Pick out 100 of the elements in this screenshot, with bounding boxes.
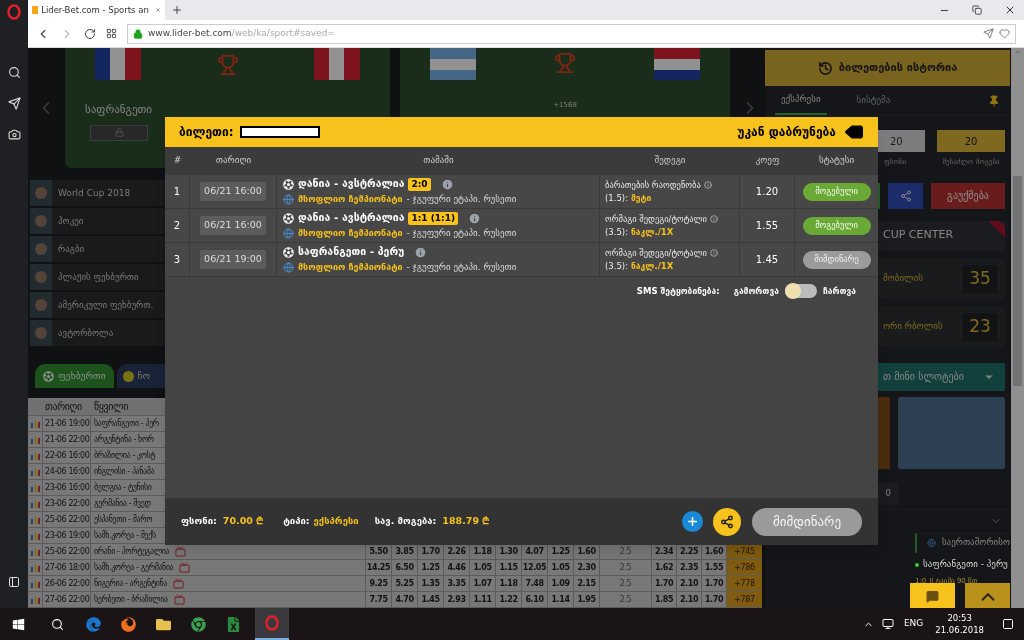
odds-cell[interactable]: 1.62 <box>652 560 677 575</box>
url-text: www.lider-bet.com/web/ka/sport#saved= <box>148 26 335 40</box>
odds-cell[interactable]: 6.50 <box>392 560 418 575</box>
betslip-tab[interactable]: სისტემა <box>850 86 897 115</box>
odds-cell[interactable]: 2.10 <box>677 592 702 607</box>
league-link[interactable]: მსოფლიო ჩემპიონატი <box>298 261 403 275</box>
cancel-button[interactable]: გაუქმება <box>931 182 1005 209</box>
league-link[interactable]: მსოფლიო ჩემპიონატი <box>298 227 403 241</box>
active-taskbar-item[interactable] <box>255 608 289 640</box>
odds-cell[interactable]: 7.48 <box>522 576 548 591</box>
odds-cell[interactable]: 2.30 <box>574 560 600 575</box>
odds-cell[interactable]: 5.25 <box>392 576 418 591</box>
market-name: ორმაგი შედეგი/ტოტალი <box>605 212 707 226</box>
share-button[interactable] <box>713 507 741 536</box>
globe-icon <box>927 538 936 548</box>
table-cell: 2.5 <box>600 576 652 591</box>
browser-tab[interactable]: Lider-Bet.com - Sports an <box>28 0 165 20</box>
more-markets-button[interactable]: +778 <box>727 576 762 591</box>
promo-text: ორი რბოლის <box>883 319 943 333</box>
toggle-on-label: ჩართვა <box>822 284 856 298</box>
search-icon[interactable] <box>7 66 21 79</box>
odds-cell[interactable]: 6.10 <box>522 592 548 607</box>
odds-cell[interactable]: 4.70 <box>392 592 418 607</box>
market-name: ორმაგი შედეგი/ტოტალი <box>605 246 707 260</box>
spreadsheet-icon[interactable] <box>226 616 241 632</box>
browser-icon[interactable] <box>191 616 206 632</box>
odds-cell[interactable]: 12.05 <box>522 560 548 575</box>
sms-toggle[interactable] <box>784 284 817 298</box>
odds-cell[interactable]: 1.45 <box>418 592 444 607</box>
more-markets-button[interactable]: +786 <box>727 560 762 575</box>
odds-cell[interactable]: 1.15 <box>496 560 522 575</box>
grid-icon[interactable] <box>106 28 117 39</box>
add-button[interactable] <box>682 511 703 532</box>
folder-icon[interactable] <box>156 616 171 632</box>
type-value: ექსპრესი <box>313 514 359 529</box>
column-header: შედეგი <box>653 154 687 168</box>
odds-cell[interactable]: 14.25 <box>366 560 392 575</box>
plus-icon <box>686 515 699 528</box>
clock-date: 21.06.2018 <box>935 624 984 636</box>
odds-cell[interactable]: 1.07 <box>470 576 496 591</box>
new-tab-icon[interactable] <box>171 4 183 16</box>
odds-cell[interactable]: 1.05 <box>548 560 574 575</box>
match-name: საფრანგეთი - პერ <box>94 417 159 430</box>
odds-cell[interactable]: 2.15 <box>574 576 600 591</box>
table-cell: 27-06 22:00 <box>43 592 91 607</box>
odds-cell[interactable]: 3.35 <box>444 576 470 591</box>
tv-icon <box>172 578 184 589</box>
sidebar-toggle-icon[interactable] <box>8 576 20 588</box>
odds-cell[interactable]: 2.93 <box>444 592 470 607</box>
odds-cell[interactable]: 1.14 <box>548 592 574 607</box>
start-icon[interactable] <box>12 617 25 631</box>
table-cell: 25-06 22:00 <box>43 544 91 559</box>
league-link[interactable]: მსოფლიო ჩემპიონატი <box>298 193 403 207</box>
tab-title: Lider-Bet.com - Sports an <box>41 3 149 17</box>
reload-icon[interactable] <box>84 27 96 40</box>
clock[interactable]: 20:53 21.06.2018 <box>935 612 984 636</box>
scroll-top-button[interactable] <box>965 583 1010 608</box>
ticket-history-button[interactable]: ბილეთების ისტორია <box>765 50 1010 86</box>
restore-icon[interactable] <box>972 5 982 15</box>
sms-label: SMS შეტყობინება: <box>636 284 720 298</box>
search-icon[interactable] <box>51 617 64 631</box>
scrollbar-thumb[interactable] <box>1013 176 1022 386</box>
odds-cell[interactable]: 4.46 <box>444 560 470 575</box>
sport-tab[interactable]: ფეხბურთი <box>35 364 114 388</box>
notification-icon[interactable] <box>1002 618 1014 630</box>
status-button[interactable]: მიმდინარე <box>752 507 862 536</box>
back-button[interactable]: უკან დაბრუნება <box>737 122 864 142</box>
chat-button[interactable] <box>910 583 955 608</box>
odds-cell[interactable]: 1.25 <box>418 560 444 575</box>
odds-cell[interactable]: 2.35 <box>677 560 702 575</box>
odds-cell[interactable]: 1.05 <box>470 560 496 575</box>
more-markets-button[interactable]: +787 <box>727 592 762 607</box>
score-badge: 1:1 (1:1) <box>408 211 459 225</box>
date-badge: 06/21 16:00 <box>200 216 266 235</box>
share-icon <box>899 189 912 202</box>
slot-thumbnail[interactable] <box>898 396 1005 469</box>
odds-cell[interactable]: 9.25 <box>366 576 392 591</box>
network-icon[interactable] <box>881 618 894 630</box>
tv-icon <box>175 546 187 557</box>
odds-cell[interactable]: 1.18 <box>496 576 522 591</box>
camera-icon[interactable] <box>7 128 21 141</box>
match-name: ესპანეთი - მარო <box>94 513 153 526</box>
language-indicator[interactable]: ENG <box>903 617 924 631</box>
odds-cell[interactable]: 2.10 <box>677 576 702 591</box>
odds-cell[interactable]: 1.70 <box>652 576 677 591</box>
betslip-tab[interactable]: ექსპრესი <box>775 86 827 115</box>
odds-cell[interactable]: 1.95 <box>574 592 600 607</box>
odds-cell[interactable]: 1.09 <box>548 576 574 591</box>
market-line: (1.5): <box>605 191 628 205</box>
odds-cell[interactable]: 1.22 <box>496 592 522 607</box>
pager-tab[interactable]: 0 <box>878 482 898 505</box>
odds-cell[interactable]: 7.75 <box>366 592 392 607</box>
browser-icon[interactable] <box>86 616 101 632</box>
odds-cell[interactable]: 1.11 <box>470 592 496 607</box>
odds-cell[interactable]: 1.85 <box>652 592 677 607</box>
odds-cell[interactable]: 1.35 <box>418 576 444 591</box>
close-icon[interactable] <box>1004 4 1016 16</box>
column-header: კოეფ <box>754 154 781 168</box>
browser-logo-icon[interactable] <box>7 4 21 20</box>
browser-icon[interactable] <box>121 616 136 632</box>
